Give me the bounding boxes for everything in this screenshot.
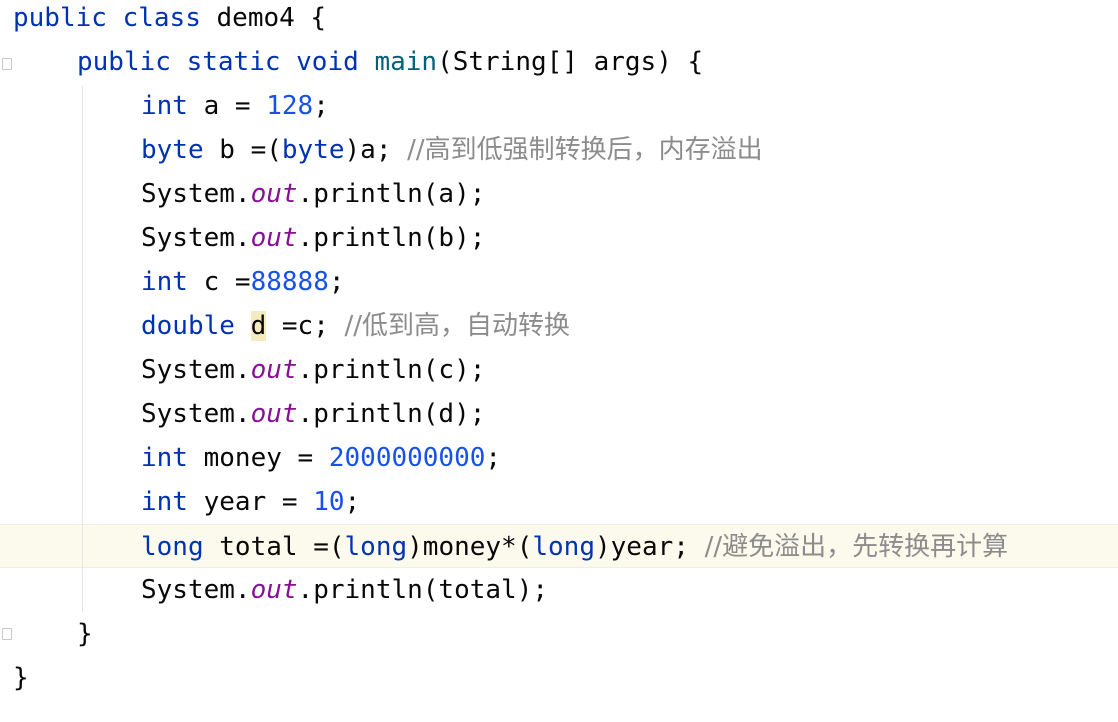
- code-token: .println(a);: [297, 179, 486, 209]
- field-token: out: [250, 399, 298, 429]
- code-token: b =(: [203, 135, 282, 165]
- fold-marker-icon[interactable]: [2, 58, 12, 70]
- code-token: System.: [141, 399, 251, 429]
- keyword-token: double: [141, 311, 235, 341]
- code-token: year =: [187, 487, 314, 517]
- code-line[interactable]: double d =c; //低到高，自动转换: [0, 304, 1118, 348]
- code-token: money =: [187, 443, 329, 473]
- code-token: .println(d);: [297, 399, 486, 429]
- code-editor[interactable]: public class demo4 {public static void m…: [0, 0, 1118, 722]
- code-token: System.: [141, 355, 251, 385]
- code-text: long total =(long)money*(long)year; //避免…: [141, 525, 1008, 569]
- code-token: a =: [187, 91, 267, 121]
- keyword-token: long: [344, 532, 408, 562]
- comment-token: //避免溢出，先转换再计算: [704, 532, 1009, 562]
- keyword-token: int: [141, 487, 188, 517]
- code-token: System.: [141, 575, 251, 605]
- code-text: System.out.println(d);: [141, 392, 485, 436]
- code-token: System.: [141, 179, 251, 209]
- code-line[interactable]: byte b =(byte)a; //高到低强制转换后，内存溢出: [0, 128, 1118, 172]
- comment-token: //高到低强制转换后，内存溢出: [407, 135, 763, 165]
- code-line[interactable]: System.out.println(total);: [0, 568, 1118, 612]
- code-line[interactable]: System.out.println(b);: [0, 216, 1118, 260]
- code-token: )year;: [595, 532, 705, 562]
- code-line[interactable]: public static void main(String[] args) {: [0, 40, 1118, 84]
- code-line[interactable]: public class demo4 {: [0, 0, 1118, 40]
- keyword-token: int: [141, 91, 188, 121]
- code-token: =c;: [266, 311, 345, 341]
- keyword-token: byte: [281, 135, 345, 165]
- code-line[interactable]: int money = 2000000000;: [0, 436, 1118, 480]
- code-token: demo4 {: [200, 3, 327, 33]
- code-line[interactable]: }: [0, 656, 1118, 700]
- number-token: 10: [313, 487, 345, 517]
- keyword-token: long: [532, 532, 595, 562]
- number-token: 88888: [250, 267, 329, 297]
- keyword-token: byte: [141, 135, 204, 165]
- number-token: 128: [266, 91, 314, 121]
- code-token: ;: [344, 487, 361, 517]
- number-token: 2000000000: [328, 443, 486, 473]
- code-token: .println(c);: [297, 355, 486, 385]
- keyword-token: long: [141, 532, 204, 562]
- field-token: out: [250, 179, 298, 209]
- code-token: }: [77, 619, 93, 649]
- code-text: }: [13, 656, 29, 700]
- code-token: ;: [313, 91, 329, 121]
- code-token: ;: [328, 267, 345, 297]
- code-text: int money = 2000000000;: [141, 436, 501, 480]
- code-text: public static void main(String[] args) {: [77, 40, 703, 84]
- code-text: int c =88888;: [141, 260, 345, 304]
- code-token: c =: [187, 267, 251, 297]
- keyword-token: class: [122, 3, 201, 33]
- code-token: (String[] args) {: [437, 47, 704, 77]
- code-text: byte b =(byte)a; //高到低强制转换后，内存溢出: [141, 128, 763, 172]
- code-line[interactable]: int c =88888;: [0, 260, 1118, 304]
- code-text: System.out.println(b);: [141, 216, 485, 260]
- code-token: )money*(: [407, 532, 533, 562]
- code-text: System.out.println(a);: [141, 172, 485, 216]
- keyword-token: void: [296, 47, 359, 77]
- field-token: out: [250, 575, 298, 605]
- fold-marker-icon[interactable]: [2, 628, 12, 640]
- code-text: int a = 128;: [141, 84, 329, 128]
- field-token: out: [250, 223, 298, 253]
- code-text: public class demo4 {: [13, 0, 326, 40]
- code-token: System.: [141, 223, 251, 253]
- code-line[interactable]: }: [0, 612, 1118, 656]
- code-text: System.out.println(total);: [141, 568, 548, 612]
- field-token: out: [250, 355, 298, 385]
- code-line[interactable]: int a = 128;: [0, 84, 1118, 128]
- code-token: ;: [485, 443, 502, 473]
- comment-token: //低到高，自动转换: [344, 311, 571, 341]
- code-token: total =(: [203, 532, 345, 562]
- code-text: double d =c; //低到高，自动转换: [141, 304, 570, 348]
- code-token: }: [13, 663, 29, 693]
- highlighted-identifier: d: [250, 311, 267, 341]
- keyword-token: public: [77, 47, 171, 77]
- code-token: .println(total);: [297, 575, 548, 605]
- code-token: )a;: [344, 135, 408, 165]
- code-token: .println(b);: [297, 223, 486, 253]
- code-text: }: [77, 612, 93, 656]
- keyword-token: int: [141, 443, 188, 473]
- keyword-token: static: [186, 47, 281, 77]
- code-line[interactable]: System.out.println(c);: [0, 348, 1118, 392]
- code-line-current[interactable]: long total =(long)money*(long)year; //避免…: [0, 524, 1118, 568]
- code-line[interactable]: System.out.println(d);: [0, 392, 1118, 436]
- code-text: System.out.println(c);: [141, 348, 485, 392]
- keyword-token: public: [13, 3, 107, 33]
- keyword-token: int: [141, 267, 188, 297]
- method-token: main: [374, 47, 438, 77]
- code-line[interactable]: int year = 10;: [0, 480, 1118, 524]
- code-line[interactable]: System.out.println(a);: [0, 172, 1118, 216]
- code-text: int year = 10;: [141, 480, 360, 524]
- indent-guide: [82, 86, 83, 612]
